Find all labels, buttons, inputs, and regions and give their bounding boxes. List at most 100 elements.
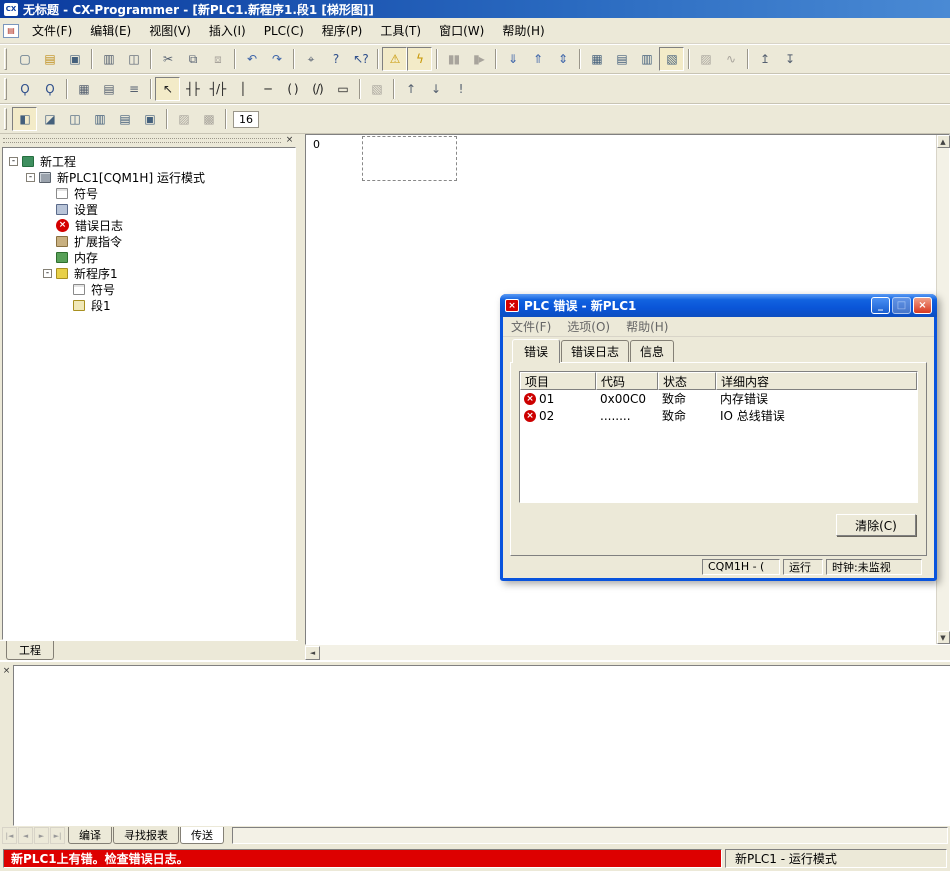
column-header-3[interactable]: 详细内容 bbox=[716, 372, 917, 390]
output-content[interactable] bbox=[13, 665, 950, 826]
open-file-button[interactable]: ▤ bbox=[37, 47, 62, 71]
print-button[interactable]: ▥ bbox=[96, 47, 121, 71]
toggle-project-workspace-button[interactable]: ◧ bbox=[12, 107, 37, 131]
monitor-view-1-button[interactable]: ▦ bbox=[584, 47, 609, 71]
scrollbar-track[interactable] bbox=[320, 646, 950, 660]
menu-tools[interactable]: 工具(T) bbox=[371, 19, 430, 42]
selection-tool-button[interactable]: ↖ bbox=[155, 77, 180, 101]
column-header-1[interactable]: 代码 bbox=[596, 372, 658, 390]
new-vertical-line-button[interactable]: │ bbox=[230, 77, 255, 101]
menu-edit[interactable]: 编辑(E) bbox=[81, 19, 140, 42]
scroll-up-icon[interactable]: ▲ bbox=[937, 135, 950, 148]
menu-plc[interactable]: PLC(C) bbox=[255, 21, 313, 41]
monitor-toggle-button[interactable]: ϟ bbox=[407, 47, 432, 71]
first-tab-button[interactable]: |◄ bbox=[2, 827, 17, 844]
error-row[interactable]: ×010x00C0致命内存错误 bbox=[520, 390, 917, 407]
show-rung-comments-button[interactable]: ▤ bbox=[96, 77, 121, 101]
vertical-splitter[interactable] bbox=[298, 134, 305, 660]
clear-button[interactable]: 清除(C) bbox=[836, 514, 916, 536]
dialog-tab-error-log[interactable]: 错误日志 bbox=[561, 340, 629, 362]
column-header-2[interactable]: 状态 bbox=[658, 372, 716, 390]
force-reset-button[interactable]: ↧ bbox=[777, 47, 802, 71]
new-closed-coil-button[interactable]: (/) bbox=[305, 77, 330, 101]
tree-item-section1[interactable]: 段1 bbox=[3, 297, 295, 313]
column-header-0[interactable]: 项目 bbox=[520, 372, 596, 390]
new-coil-button[interactable]: ( ) bbox=[280, 77, 305, 101]
menu-insert[interactable]: 插入(I) bbox=[200, 19, 255, 42]
dialog-menu-file[interactable]: 文件(F) bbox=[511, 318, 551, 335]
output-tab-find-report[interactable]: 寻找报表 bbox=[113, 827, 179, 844]
dialog-menu-options[interactable]: 选项(O) bbox=[567, 318, 610, 335]
expand-toggle-icon[interactable]: - bbox=[9, 157, 18, 166]
toolbar-grip[interactable] bbox=[4, 108, 7, 130]
undo-button[interactable]: ↶ bbox=[239, 47, 264, 71]
tab-project[interactable]: 工程 bbox=[6, 641, 54, 660]
error-row[interactable]: ×02........致命IO 总线错误 bbox=[520, 407, 917, 424]
tree-item-project[interactable]: -新工程 bbox=[3, 153, 295, 169]
monitor-view-4-button[interactable]: ▧ bbox=[659, 47, 684, 71]
last-tab-button[interactable]: ►| bbox=[50, 827, 65, 844]
tree-item-settings[interactable]: 设置 bbox=[3, 201, 295, 217]
scroll-down-icon[interactable]: ▼ bbox=[937, 631, 950, 644]
next-tab-button[interactable]: ► bbox=[34, 827, 49, 844]
new-contact-button[interactable]: ┤├ bbox=[180, 77, 205, 101]
toggle-output-window-button[interactable]: ◪ bbox=[37, 107, 62, 131]
title-bar[interactable]: CX 无标题 - CX-Programmer - [新PLC1.新程序1.段1 … bbox=[0, 0, 950, 18]
expand-toggle-icon[interactable]: - bbox=[26, 173, 35, 182]
new-file-button[interactable]: ▢ bbox=[12, 47, 37, 71]
dialog-close-button[interactable]: × bbox=[913, 297, 932, 314]
menu-view[interactable]: 视图(V) bbox=[140, 19, 200, 42]
zoom-in-button[interactable]: Ϙ bbox=[12, 77, 37, 101]
find-button[interactable]: ⌖ bbox=[298, 47, 323, 71]
zoom-level-button[interactable]: 16 bbox=[230, 107, 262, 131]
address-reference-tool-button[interactable]: ▤ bbox=[112, 107, 137, 131]
menu-file[interactable]: 文件(F) bbox=[23, 19, 81, 42]
work-online-button[interactable]: ⚠ bbox=[382, 47, 407, 71]
output-scrollbar[interactable] bbox=[232, 827, 948, 844]
tree-item-expansion-instructions[interactable]: 扩展指令 bbox=[3, 233, 295, 249]
tree-item-memory[interactable]: 内存 bbox=[3, 249, 295, 265]
redo-button[interactable]: ↷ bbox=[264, 47, 289, 71]
output-tab-compile[interactable]: 编译 bbox=[68, 827, 112, 844]
new-horizontal-line-button[interactable]: ─ bbox=[255, 77, 280, 101]
dialog-menu-help[interactable]: 帮助(H) bbox=[626, 318, 668, 335]
cut-button[interactable]: ✂ bbox=[155, 47, 180, 71]
toolbar-grip[interactable] bbox=[4, 78, 7, 100]
workspace-close-button[interactable]: × bbox=[284, 135, 295, 146]
scroll-left-icon[interactable]: ◄ bbox=[305, 646, 320, 660]
cross-reference-report-button[interactable]: ▥ bbox=[87, 107, 112, 131]
print-preview-button[interactable]: ◫ bbox=[121, 47, 146, 71]
help-button[interactable]: ? bbox=[323, 47, 348, 71]
toggle-grid-button[interactable]: ▦ bbox=[71, 77, 96, 101]
upload-from-plc-button[interactable]: ⇑ bbox=[525, 47, 550, 71]
properties-button[interactable]: ▣ bbox=[137, 107, 162, 131]
menu-window[interactable]: 窗口(W) bbox=[430, 19, 493, 42]
tree-item-program1-symbols[interactable]: 符号 bbox=[3, 281, 295, 297]
toolbar-grip[interactable] bbox=[4, 48, 7, 70]
compare-with-plc-button[interactable]: ⇕ bbox=[550, 47, 575, 71]
rung-wrap-button[interactable]: ≡ bbox=[121, 77, 146, 101]
new-closed-contact-button[interactable]: ┤/├ bbox=[205, 77, 230, 101]
output-close-button[interactable]: × bbox=[1, 666, 12, 677]
output-tab-transfer[interactable]: 传送 bbox=[180, 827, 224, 844]
force-set-button[interactable]: ↥ bbox=[752, 47, 777, 71]
toggle-watch-window-button[interactable]: ◫ bbox=[62, 107, 87, 131]
monitor-view-2-button[interactable]: ▤ bbox=[609, 47, 634, 71]
copy-button[interactable]: ⧉ bbox=[180, 47, 205, 71]
zoom-out-button[interactable]: Ϙ bbox=[37, 77, 62, 101]
context-help-button[interactable]: ↖? bbox=[348, 47, 373, 71]
dialog-minimize-button[interactable]: _ bbox=[871, 297, 890, 314]
download-to-plc-button[interactable]: ⇓ bbox=[500, 47, 525, 71]
tree-item-program1[interactable]: -新程序1 bbox=[3, 265, 295, 281]
menu-program[interactable]: 程序(P) bbox=[313, 19, 372, 42]
monitor-view-3-button[interactable]: ▥ bbox=[634, 47, 659, 71]
expand-toggle-icon[interactable]: - bbox=[43, 269, 52, 278]
prev-tab-button[interactable]: ◄ bbox=[18, 827, 33, 844]
menu-help[interactable]: 帮助(H) bbox=[493, 19, 553, 42]
dialog-tab-errors[interactable]: 错误 bbox=[512, 339, 560, 363]
dialog-tab-messages[interactable]: 信息 bbox=[630, 340, 674, 362]
tree-item-error-log[interactable]: ×错误日志 bbox=[3, 217, 295, 233]
editor-horizontal-scrollbar[interactable]: ◄ bbox=[305, 645, 950, 660]
differentiate-up-button[interactable]: ↑ bbox=[398, 77, 423, 101]
dialog-title-bar[interactable]: × PLC 错误 - 新PLC1 _ □ × bbox=[500, 294, 937, 317]
